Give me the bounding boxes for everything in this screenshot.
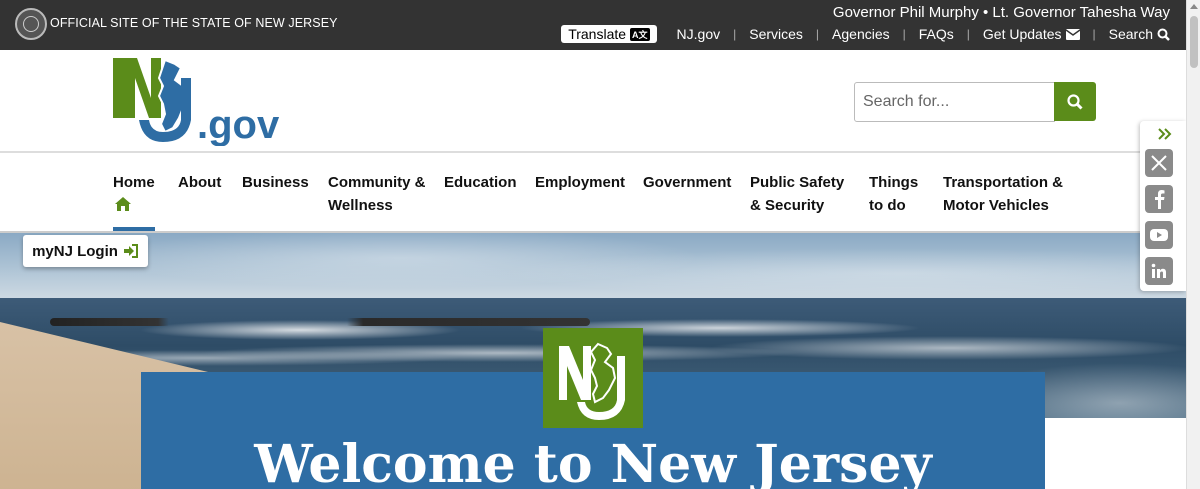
agencies-link[interactable]: Agencies	[832, 26, 890, 42]
facebook-icon[interactable]	[1145, 185, 1173, 213]
get-updates-link[interactable]: Get Updates	[983, 26, 1080, 42]
divider: |	[733, 27, 737, 41]
welcome-heading: Welcome to New Jersey	[254, 434, 932, 489]
nav-government[interactable]: Government	[643, 171, 731, 194]
search-input[interactable]: Search for...	[854, 82, 1055, 122]
nav-public-safety[interactable]: Public Safety & Security	[750, 171, 844, 217]
get-updates-label: Get Updates	[982, 26, 1062, 42]
nav-employment[interactable]: Employment	[535, 171, 625, 194]
search-link-label: Search	[1108, 26, 1153, 42]
governor-text: Governor Phil Murphy • Lt. Governor Tahe…	[832, 4, 1170, 21]
translate-icon: A文	[630, 27, 650, 41]
nj-badge-icon	[559, 342, 625, 420]
divider: |	[902, 27, 906, 41]
services-link[interactable]: Services	[749, 26, 803, 42]
nav-home[interactable]: Home	[113, 171, 155, 219]
social-sidebar	[1140, 121, 1186, 291]
translate-label: Translate	[568, 26, 627, 42]
faqs-link[interactable]: FAQs	[919, 26, 954, 42]
nav-business[interactable]: Business	[242, 171, 309, 194]
sign-in-icon	[123, 244, 138, 258]
divider: |	[1092, 27, 1096, 41]
youtube-icon[interactable]	[1145, 221, 1173, 249]
scrollbar[interactable]	[1186, 0, 1200, 489]
nav-community[interactable]: Community & Wellness	[328, 171, 426, 217]
search-icon	[1157, 28, 1170, 41]
main-nav: Home About Business Community & Wellness…	[0, 155, 1186, 233]
logo-suffix: .gov	[197, 103, 280, 146]
divider: |	[815, 27, 820, 41]
nav-active-indicator	[113, 227, 155, 231]
search-link[interactable]: Search	[1109, 26, 1170, 42]
njgov-link[interactable]: NJ.gov	[677, 26, 721, 42]
state-seal-icon	[15, 8, 47, 40]
top-links: Translate A文 NJ.gov | Services | Agencie…	[561, 25, 1170, 43]
divider: |	[966, 27, 970, 41]
site-header: .gov Search for...	[0, 50, 1186, 153]
nj-badge-logo	[543, 328, 643, 428]
nav-community-line2: Wellness	[328, 197, 393, 214]
clouds	[0, 233, 1186, 303]
scroll-up-arrow[interactable]	[1190, 4, 1198, 9]
nav-things-to-do[interactable]: Things to do	[869, 171, 918, 217]
nav-things-line1: Things	[869, 174, 919, 191]
official-site-text: OFFICIAL SITE OF THE STATE OF NEW JERSEY	[50, 16, 338, 30]
nav-transport-line2: Motor Vehicles	[943, 197, 1049, 214]
nav-safety-line1: Public Safety	[750, 174, 845, 191]
jetty	[50, 318, 590, 326]
top-bar: OFFICIAL SITE OF THE STATE OF NEW JERSEY…	[0, 0, 1186, 50]
nav-safety-line2: & Security	[750, 197, 825, 214]
home-icon	[115, 197, 131, 211]
linkedin-icon[interactable]	[1145, 257, 1173, 285]
nav-things-line2: to do	[869, 197, 906, 214]
nav-about[interactable]: About	[178, 171, 221, 194]
envelope-icon	[1065, 28, 1080, 40]
nj-gov-logo[interactable]: .gov	[113, 58, 293, 146]
nav-education[interactable]: Education	[444, 171, 517, 194]
nav-community-line1: Community &	[328, 174, 426, 191]
nav-transport-line1: Transportation &	[943, 174, 1064, 191]
search-button[interactable]	[1054, 82, 1096, 121]
nav-home-label: Home	[113, 174, 155, 191]
mynj-login-button[interactable]: myNJ Login	[23, 235, 148, 267]
nav-transportation[interactable]: Transportation & Motor Vehicles	[943, 171, 1063, 217]
scroll-thumb[interactable]	[1190, 16, 1198, 68]
translate-button[interactable]: Translate A文	[561, 25, 657, 43]
x-icon[interactable]	[1145, 149, 1173, 177]
mynj-login-label: myNJ Login	[32, 242, 118, 260]
search-icon	[1067, 93, 1083, 110]
double-chevron-right-icon[interactable]	[1157, 127, 1173, 141]
